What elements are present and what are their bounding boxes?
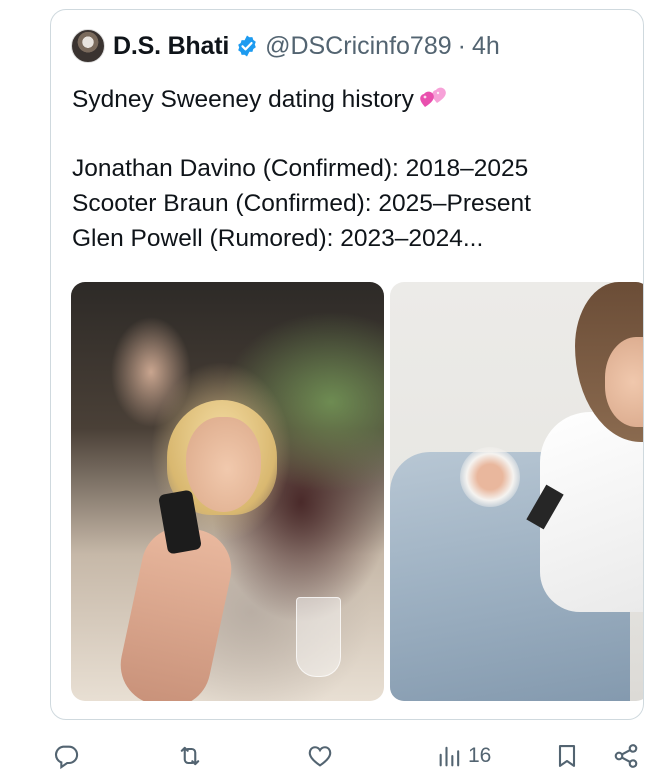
photo-subject-face [186,417,261,512]
bookmark-button[interactable] [553,740,581,772]
photo-ripped-knee [460,447,520,507]
quoted-tweet-card[interactable]: D.S. Bhati @DSCricinfo789 · 4h Sydney Sw… [50,9,644,720]
author-name[interactable]: D.S. Bhati [113,32,229,61]
share-button[interactable] [612,740,640,772]
tweet-line-3: Glen Powell (Rumored): 2023–2024... [72,225,484,252]
reply-button[interactable] [52,740,80,772]
bookmark-icon [558,745,576,767]
views-button[interactable]: 16 [436,740,491,772]
timestamp[interactable]: 4h [472,32,500,61]
tweet-line-2: Scooter Braun (Confirmed): 2025–Present [72,190,531,217]
photo-white-top-jeans[interactable] [390,282,643,701]
tweet-action-bar: 16 [0,736,665,778]
reply-icon [55,745,79,770]
tweet-title: Sydney Sweeney dating history [72,86,414,113]
like-button[interactable] [306,740,334,772]
verified-badge-icon [238,35,256,57]
author-handle[interactable]: @DSCricinfo789 [265,32,452,61]
tweet-header: D.S. Bhati @DSCricinfo789 · 4h [71,29,500,63]
like-icon [308,746,332,767]
share-icon [614,744,638,768]
dot-separator: · [457,31,466,60]
tweet-line-1: Jonathan Davino (Confirmed): 2018–2025 [72,155,529,182]
repost-icon [180,746,200,766]
two-hearts-icon [420,87,446,107]
tweet-text: Sydney Sweeney dating history Jonathan D… [72,82,632,256]
tweet-title-line: Sydney Sweeney dating history [72,82,632,117]
photo-event-table[interactable] [71,282,384,701]
avatar[interactable] [71,29,105,63]
repost-button[interactable] [176,740,204,772]
photo-glass [296,597,341,677]
views-icon [439,746,460,767]
photo-white-top [540,412,643,612]
views-count: 16 [468,744,492,767]
